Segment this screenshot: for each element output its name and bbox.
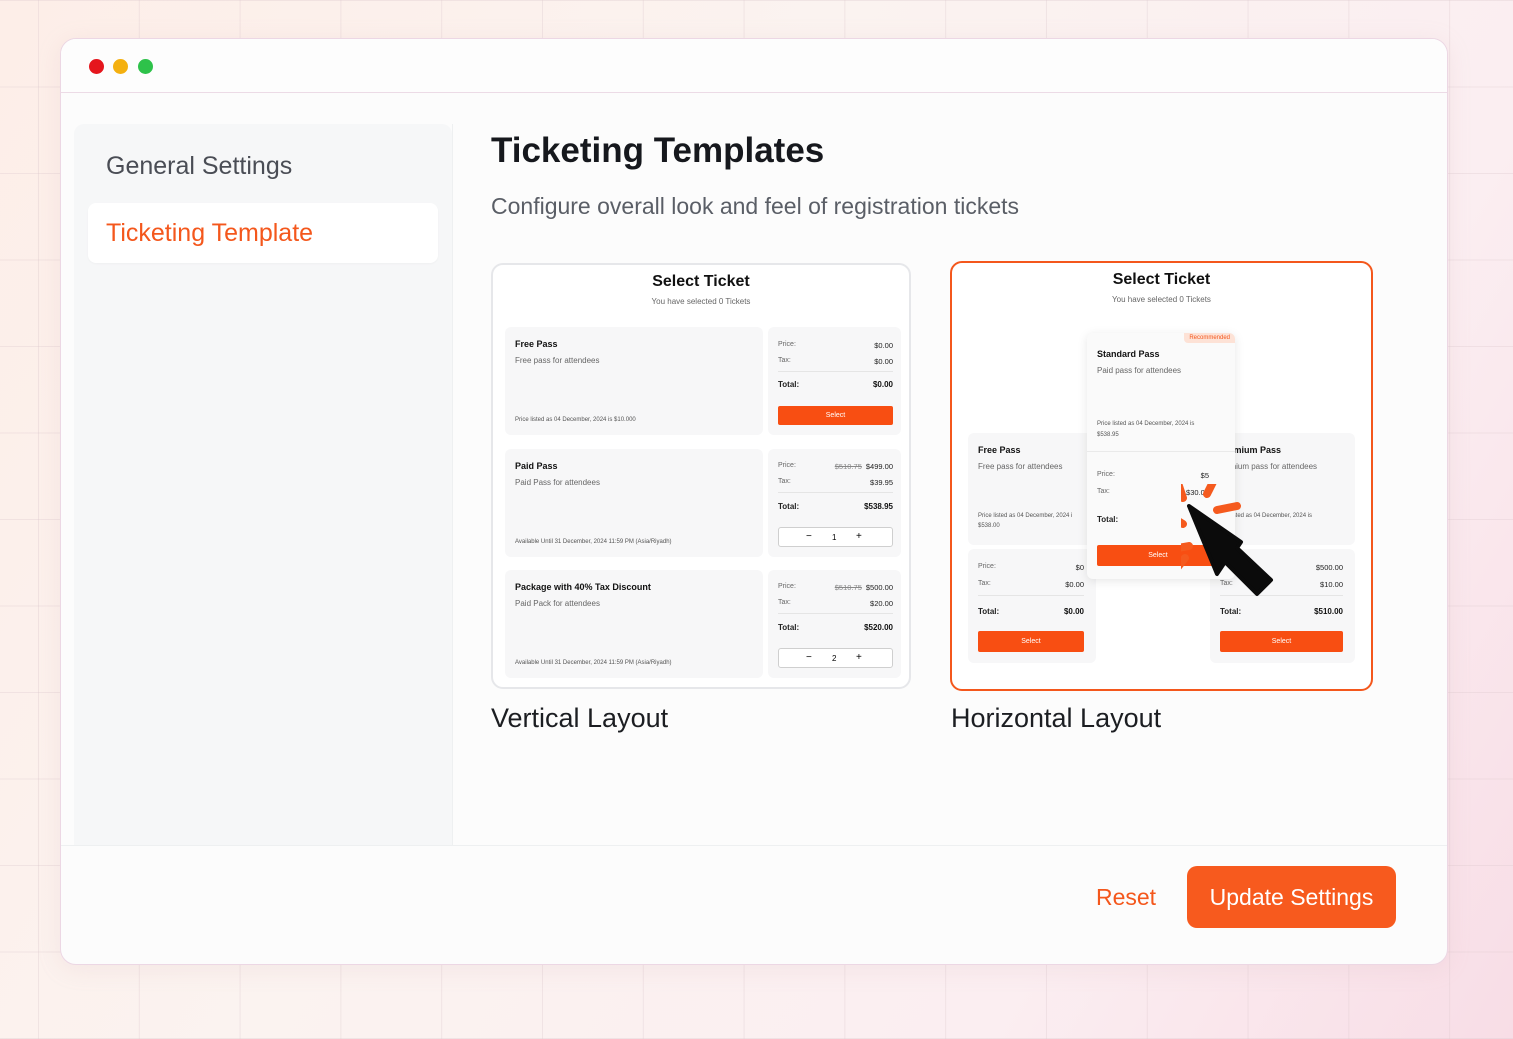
total-value: $0.00 (872, 380, 893, 389)
new-price: $500.00 (865, 583, 893, 592)
price-value: $510.75 $499.00 (835, 462, 893, 471)
total-label: Total: (778, 380, 800, 389)
sidebar-item-general-settings[interactable]: General Settings (88, 136, 438, 196)
minus-icon: − (806, 531, 812, 542)
ticket-description: Free pass for attendees (978, 462, 1063, 471)
quantity-value: 2 (832, 654, 837, 663)
preview-subtitle: You have selected 0 Tickets (651, 297, 751, 306)
price-label: Price: (978, 563, 996, 570)
page-subtitle: Configure overall look and feel of regis… (491, 193, 1020, 219)
ticket-footer-price: $538.95 (1097, 432, 1119, 438)
price-label: Price: (778, 583, 796, 590)
ticket-pricing: Price: $510.75 $500.00 Tax: $20.00 Total:… (768, 570, 901, 678)
ticket-name: Standard Pass (1097, 349, 1160, 359)
ticket-name: Free Pass (978, 445, 1021, 455)
ticket-description: emium pass for attendees (1225, 462, 1318, 471)
tax-value: $0.00 (874, 357, 893, 366)
tax-label: Tax: (1097, 488, 1110, 495)
tax-value: $39.95 (870, 478, 893, 487)
divider (1087, 451, 1235, 452)
app-window: General Settings Ticketing Template Tick… (60, 38, 1448, 965)
price-value: $5 (1200, 471, 1209, 480)
old-price: $510.75 (834, 583, 862, 592)
price-value: $0.00 (874, 341, 893, 350)
ticket-footer-note: Price listed as 04 December, 2024 i (978, 513, 1073, 519)
quantity-value: 1 (832, 533, 837, 542)
preview-subtitle: You have selected 0 Tickets (1112, 295, 1211, 304)
plus-icon: + (856, 531, 862, 542)
price-label: Price: (778, 341, 796, 348)
sidebar: General Settings Ticketing Template (74, 124, 452, 846)
new-price: $499.00 (865, 462, 893, 471)
ticket-row: Paid Pass Paid Pass for attendees Availa… (505, 449, 901, 557)
title-bar (61, 39, 1447, 93)
page-title: Ticketing Templates (491, 131, 825, 170)
ticket-footer-note: Available Until 31 December, 2024 11:59 … (515, 539, 672, 545)
horizontal-layout-label: Horizontal Layout (951, 703, 1162, 733)
total-value: $0.00 (1063, 607, 1084, 616)
template-card-vertical[interactable]: Select Ticket You have selected 0 Ticket… (491, 263, 911, 689)
ticket-info: Paid Pass Paid Pass for attendees Availa… (505, 449, 763, 557)
update-settings-button[interactable]: Update Settings (1187, 866, 1396, 928)
ticket-pricing-free: Price: $0 Tax: $0.00 Total: $0.00 Select (968, 549, 1096, 663)
recommended-badge: Recommended (1184, 333, 1235, 343)
total-label: Total: (778, 623, 800, 632)
ticket-footer-price: $538.00 (978, 523, 1000, 529)
price-value: $0 (1075, 563, 1084, 572)
quantity-stepper: − 2 + (778, 648, 893, 668)
minimize-window-button[interactable] (113, 59, 128, 74)
select-button: Select (778, 406, 893, 425)
divider (778, 613, 893, 614)
total-label: Total: (1097, 515, 1119, 524)
vertical-layout-label: Vertical Layout (491, 703, 669, 733)
ticket-description: Paid Pass for attendees (515, 478, 600, 487)
close-window-button[interactable] (89, 59, 104, 74)
tax-value: $20.00 (870, 599, 893, 608)
divider (778, 492, 893, 493)
total-label: Total: (978, 607, 1000, 616)
reset-button[interactable]: Reset (1071, 867, 1181, 927)
preview-title: Select Ticket (652, 273, 750, 290)
ticket-column-free: Free Pass Free pass for attendees Price … (968, 433, 1096, 545)
price-label: Price: (778, 462, 796, 469)
ticket-description: Paid pass for attendees (1097, 366, 1182, 375)
ticket-pricing: Price: $0.00 Tax: $0.00 Total: $0.00 Sel… (768, 327, 901, 435)
select-button: Select (978, 631, 1084, 652)
ticket-footer-note: Price listed as 04 December, 2024 is (1097, 421, 1195, 427)
old-price: $510.75 (834, 462, 862, 471)
ticket-name: Free Pass (515, 339, 558, 349)
tax-label: Tax: (778, 478, 791, 485)
quantity-stepper: − 1 + (778, 527, 893, 547)
ticket-pricing: Price: $510.75 $499.00 Tax: $39.95 Total:… (768, 449, 901, 557)
ticket-footer-note: Price listed as 04 December, 2024 is $10… (515, 417, 636, 423)
sidebar-divider (452, 124, 453, 846)
ticket-name: Package with 40% Tax Discount (515, 582, 651, 592)
maximize-window-button[interactable] (138, 59, 153, 74)
price-value: $510.75 $500.00 (835, 583, 893, 592)
minus-icon: − (806, 652, 812, 663)
tax-label: Tax: (978, 580, 991, 587)
ticket-row: Package with 40% Tax Discount Paid Pack … (505, 570, 901, 678)
click-cursor-icon (1159, 470, 1341, 639)
preview-title: Select Ticket (1112, 271, 1211, 288)
divider (978, 595, 1084, 596)
ticket-info: Free Pass Free pass for attendees Price … (505, 327, 763, 435)
divider (778, 371, 893, 372)
total-value: $520.00 (864, 623, 893, 632)
total-value: $538.95 (864, 502, 893, 511)
tax-value: $0.00 (1065, 580, 1084, 589)
sidebar-item-ticketing-template[interactable]: Ticketing Template (88, 203, 438, 263)
ticket-footer-note: Available Until 31 December, 2024 11:59 … (515, 660, 672, 666)
tax-label: Tax: (778, 599, 791, 606)
ticket-row: Free Pass Free pass for attendees Price … (505, 327, 901, 435)
ticket-description: Paid Pack for attendees (515, 599, 600, 608)
ticket-info: Package with 40% Tax Discount Paid Pack … (505, 570, 763, 678)
footer-divider (61, 845, 1447, 846)
plus-icon: + (856, 652, 862, 663)
total-label: Total: (778, 502, 800, 511)
ticket-description: Free pass for attendees (515, 356, 600, 365)
ticket-name: Paid Pass (515, 461, 558, 471)
tax-label: Tax: (778, 357, 791, 364)
price-label: Price: (1097, 471, 1115, 478)
